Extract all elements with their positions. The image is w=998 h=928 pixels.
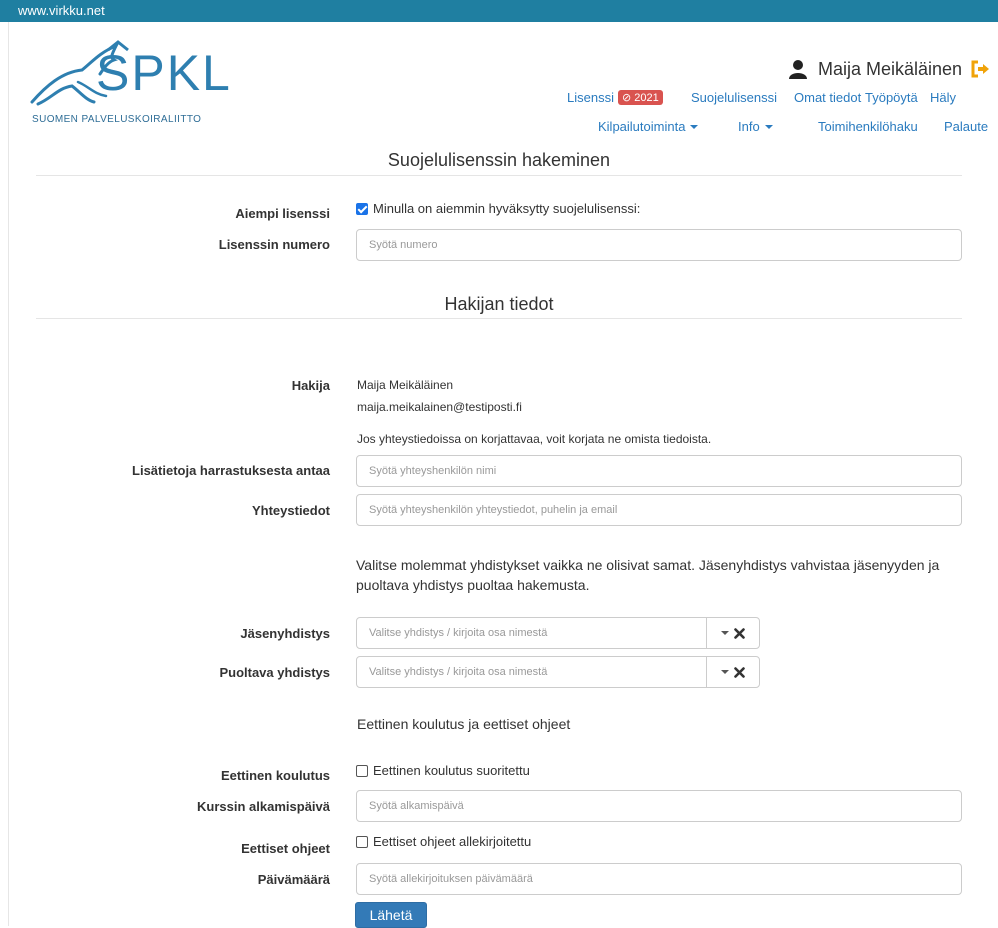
nav-palaute[interactable]: Palaute (944, 119, 988, 134)
eettinen-koulutus-checkbox-label: Eettinen koulutus suoritettu (373, 763, 530, 778)
clear-icon[interactable] (734, 627, 745, 639)
nav-info[interactable]: Info (738, 119, 773, 134)
puoltava-yhdistys-select[interactable]: Valitse yhdistys / kirjoita osa nimestä (356, 656, 760, 688)
badge-year: 2021 (634, 92, 659, 104)
lisenssin-numero-placeholder: Syötä numero (369, 239, 438, 251)
puoltava-yhdistys-placeholder: Valitse yhdistys / kirjoita osa nimestä (369, 666, 548, 678)
jasenyhdistys-label: Jäsenyhdistys (240, 626, 330, 641)
kurssin-alkamispaiva-input[interactable]: Syötä alkamispäivä (356, 790, 962, 822)
eye-slash-icon: ⊘ (621, 92, 632, 104)
nav-toimihenkilohaku[interactable]: Toimihenkilöhaku (818, 119, 918, 134)
jasenyhdistys-select[interactable]: Valitse yhdistys / kirjoita osa nimestä (356, 617, 760, 649)
chevron-down-icon (764, 125, 773, 129)
site-url[interactable]: www.virkku.net (18, 3, 105, 18)
eettiset-ohjeet-checkbox-row[interactable]: Eettiset ohjeet allekirjoitettu (356, 834, 531, 849)
submit-button[interactable]: Lähetä (355, 902, 427, 928)
nav-haly[interactable]: Häly (930, 90, 956, 105)
eettiset-ohjeet-checkbox[interactable] (356, 835, 368, 848)
hakija-email: maija.meikalainen@testiposti.fi (357, 400, 522, 414)
lisatietoja-label: Lisätietoja harrastuksesta antaa (132, 463, 330, 478)
puoltava-yhdistys-label: Puoltava yhdistys (219, 665, 330, 680)
lisenssin-numero-input[interactable]: Syötä numero (356, 229, 962, 261)
divider (36, 318, 962, 319)
section-title-suojelulisenssi: Suojelulisenssin hakeminen (387, 150, 611, 170)
jasenyhdistys-placeholder: Valitse yhdistys / kirjoita osa nimestä (369, 627, 548, 639)
logout-icon[interactable] (970, 60, 990, 78)
chevron-down-icon[interactable] (721, 631, 729, 635)
puoltava-yhdistys-controls (706, 657, 759, 687)
nav-tyopoyta[interactable]: Työpöytä (865, 90, 918, 105)
lisenssi-badge: ⊘ 2021 (617, 90, 663, 105)
yhteyshenkilo-nimi-input[interactable]: Syötä yhteyshenkilön nimi (356, 455, 962, 487)
yhteystiedot-label: Yhteystiedot (251, 503, 330, 518)
user-icon (789, 60, 807, 79)
user-menu[interactable]: Maija Meikäläinen (788, 56, 990, 82)
eettinen-koulutus-checkbox-row[interactable]: Eettinen koulutus suoritettu (356, 763, 530, 778)
paivamaara-input[interactable]: Syötä allekirjoituksen päivämäärä (356, 863, 962, 895)
lisenssin-numero-label: Lisenssin numero (218, 237, 330, 252)
eettinen-heading: Eettinen koulutus ja eettiset ohjeet (357, 716, 571, 732)
kurssin-alkamispaiva-placeholder: Syötä alkamispäivä (369, 800, 464, 812)
yhdistys-info-text: Valitse molemmat yhdistykset vaikka ne o… (356, 557, 940, 593)
chevron-down-icon[interactable] (721, 670, 729, 674)
yhteyshenkilo-nimi-placeholder: Syötä yhteyshenkilön nimi (369, 465, 497, 477)
clear-icon[interactable] (734, 666, 745, 678)
nav-suojelulisenssi[interactable]: Suojelulisenssi (691, 90, 777, 105)
logo-text: SPKL (96, 45, 232, 101)
nav-kilpailutoiminta-label: Kilpailutoiminta (598, 119, 686, 134)
eettinen-koulutus-label: Eettinen koulutus (220, 768, 330, 783)
nav-info-label: Info (738, 119, 760, 134)
nav-omat-tiedot[interactable]: Omat tiedot (794, 90, 861, 105)
divider (36, 175, 962, 176)
site-bar: www.virkku.net (0, 0, 998, 22)
aiempi-lisenssi-checkbox-label: Minulla on aiemmin hyväksytty suojelulis… (373, 201, 641, 216)
jasenyhdistys-controls (706, 618, 759, 648)
nav-kilpailutoiminta[interactable]: Kilpailutoiminta (598, 119, 699, 134)
chevron-down-icon (690, 125, 699, 129)
aiempi-lisenssi-checkbox-row[interactable]: Minulla on aiemmin hyväksytty suojelulis… (356, 201, 640, 216)
hakija-note: Jos yhteystiedoissa on korjattavaa, voit… (357, 432, 712, 446)
logo-hat-icon (107, 40, 129, 52)
paivamaara-placeholder: Syötä allekirjoituksen päivämäärä (369, 873, 533, 885)
logo-subtitle: SUOMEN PALVELUSKOIRALIITTO (32, 114, 202, 125)
nav-lisenssi[interactable]: Lisenssi ⊘ 2021 (567, 90, 663, 105)
paivamaara-label: Päivämäärä (257, 872, 330, 887)
hakija-name: Maija Meikäläinen (357, 378, 454, 392)
aiempi-lisenssi-label: Aiempi lisenssi (235, 206, 330, 221)
section-title-hakijan-tiedot: Hakijan tiedot (444, 294, 554, 314)
eettiset-ohjeet-label: Eettiset ohjeet (241, 841, 330, 856)
user-name: Maija Meikäläinen (818, 58, 963, 79)
eettiset-ohjeet-checkbox-label: Eettiset ohjeet allekirjoitettu (373, 834, 532, 849)
aiempi-lisenssi-checkbox[interactable] (356, 202, 368, 215)
hakija-label: Hakija (291, 378, 330, 393)
kurssin-alkamispaiva-label: Kurssin alkamispäivä (197, 799, 330, 814)
nav-lisenssi-label: Lisenssi (567, 90, 614, 105)
yhteystiedot-input[interactable]: Syötä yhteyshenkilön yhteystiedot, puhel… (356, 494, 962, 526)
eettinen-koulutus-checkbox[interactable] (356, 764, 368, 777)
yhteystiedot-placeholder: Syötä yhteyshenkilön yhteystiedot, puhel… (369, 504, 618, 516)
